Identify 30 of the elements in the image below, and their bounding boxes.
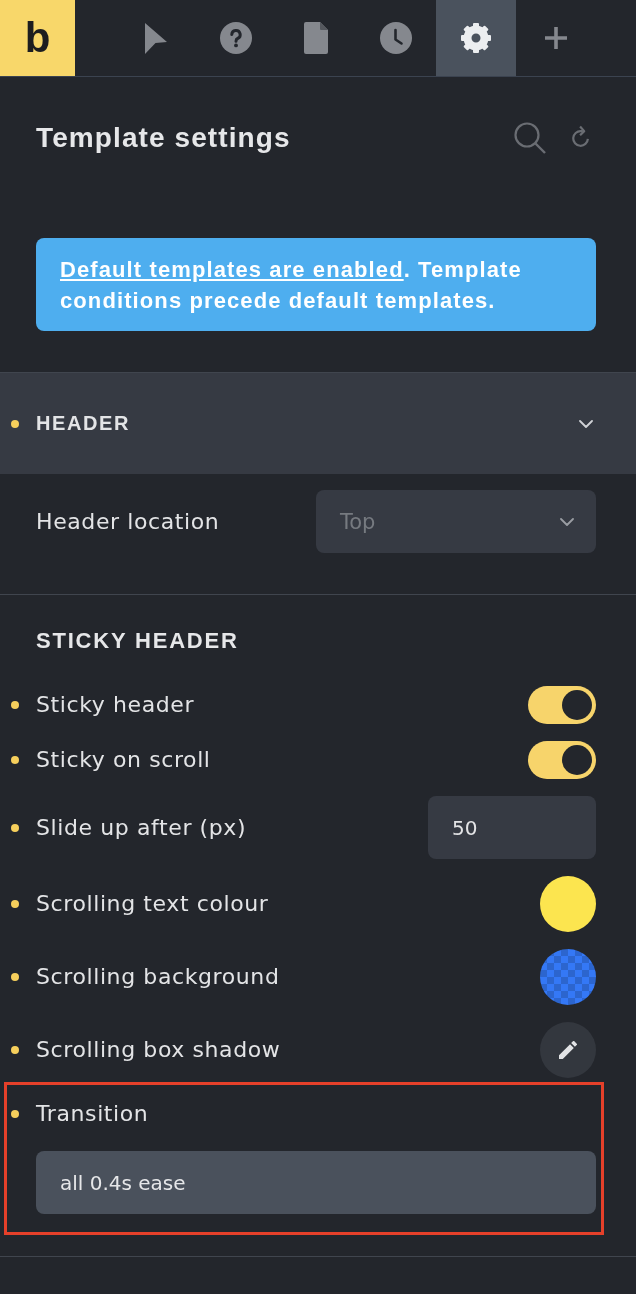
clock-icon (380, 22, 412, 54)
toggle-switch[interactable] (528, 741, 596, 779)
panel-title: Template settings (36, 122, 292, 154)
toggle-switch[interactable] (528, 686, 596, 724)
group-title: STICKY HEADER (36, 627, 240, 655)
setting-label: Transition (36, 1100, 150, 1128)
setting-label: Scrolling text colour (36, 890, 270, 918)
notice-text: Default templates are enabled. Template conditions precede default templates. (60, 256, 523, 315)
toolbar-tab[interactable] (436, 0, 516, 76)
document-icon (304, 22, 328, 54)
setting-label: Scrolling background (36, 963, 281, 991)
cursor-icon (145, 22, 167, 54)
plus-icon (544, 26, 568, 50)
text-field[interactable]: all 0.4s ease (36, 1151, 596, 1214)
logo: b (0, 0, 75, 76)
setting-label: Sticky on scroll (36, 746, 212, 774)
search-icon[interactable] (514, 122, 546, 154)
checkered-swatch-icon[interactable] (540, 949, 596, 1005)
setting-label: Sticky header (36, 691, 196, 719)
settings-icon (460, 22, 492, 54)
setting-label: Slide up after (px) (36, 813, 248, 842)
help-icon (220, 22, 252, 54)
color-swatch-icon[interactable] (540, 876, 596, 932)
section-header[interactable]: HEADER (0, 373, 636, 474)
number-field[interactable]: 50 (428, 796, 596, 859)
setting-label: Header location (36, 507, 221, 536)
edit-button[interactable] (540, 1022, 596, 1078)
pencil-icon (559, 1041, 577, 1059)
chevron-down-icon (560, 517, 574, 526)
setting-label: Scrolling box shadow (36, 1036, 282, 1064)
